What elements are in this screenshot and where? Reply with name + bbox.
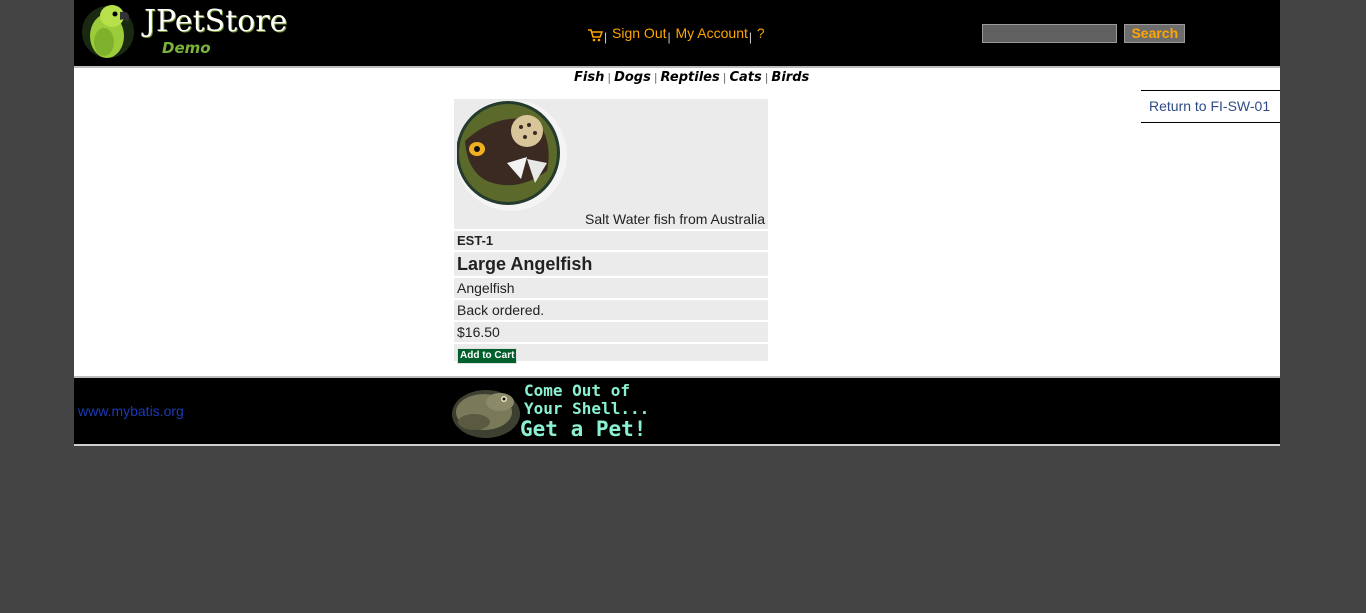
item-description: Salt Water fish from Australia	[585, 211, 765, 227]
search-button[interactable]: Search	[1124, 24, 1186, 43]
cart-icon[interactable]	[587, 28, 604, 45]
item-detail-table: Salt Water fish from Australia EST-1 Lar…	[454, 99, 768, 364]
quick-link-separator: |	[722, 71, 727, 84]
item-id: EST-1	[454, 231, 768, 250]
quick-link-separator: |	[607, 71, 612, 84]
search-input[interactable]	[982, 24, 1117, 43]
quick-link-reptiles[interactable]: Reptiles	[661, 70, 720, 85]
menu-separator: |	[667, 30, 671, 44]
main-content: Fish | Dogs | Reptiles | Cats | Birds Return to …	[74, 68, 1280, 376]
quick-link-cats[interactable]: Cats	[729, 70, 761, 85]
header: JPetStore Demo | Sign Out| My Account| ?…	[74, 0, 1280, 68]
menu-separator: |	[748, 30, 753, 44]
help-link[interactable]: ?	[757, 25, 765, 41]
add-to-cart-button[interactable]: Add to Cart	[457, 348, 518, 364]
banner-line-2: Your Shell...	[524, 399, 649, 418]
item-name: Large Angelfish	[454, 252, 768, 276]
quick-links: Fish | Dogs | Reptiles | Cats | Birds	[574, 70, 809, 85]
top-menu: | Sign Out| My Account| ?	[587, 25, 765, 45]
menu-separator: |	[604, 30, 608, 44]
item-image-cell: Salt Water fish from Australia	[454, 99, 768, 229]
page-wrapper: JPetStore Demo | Sign Out| My Account| ?…	[74, 0, 1280, 446]
angelfish-image	[457, 101, 567, 211]
logo-subtitle: Demo	[162, 39, 211, 57]
quick-link-fish[interactable]: Fish	[574, 70, 604, 85]
add-to-cart-cell: Add to Cart	[454, 344, 768, 364]
search-form: Search	[982, 24, 1186, 43]
mybatis-link[interactable]: www.mybatis.org	[78, 403, 184, 419]
footer: www.mybatis.org Come Out of Your Shell..…	[74, 376, 1280, 446]
logo[interactable]: JPetStore Demo	[82, 2, 302, 60]
sign-out-link[interactable]: Sign Out	[612, 25, 666, 41]
come-out-of-your-shell-banner[interactable]: Come Out of Your Shell... Get a Pet!	[448, 378, 658, 442]
quick-link-dogs[interactable]: Dogs	[614, 70, 651, 85]
my-account-link[interactable]: My Account	[676, 25, 748, 41]
logo-title: JPetStore	[144, 4, 288, 39]
item-price: $16.50	[454, 322, 768, 342]
quick-link-birds[interactable]: Birds	[771, 70, 809, 85]
return-link[interactable]: Return to FI-SW-01	[1141, 90, 1280, 123]
item-stock-status: Back ordered.	[454, 300, 768, 320]
banner-line-3: Get a Pet!	[520, 417, 646, 441]
banner-line-1: Come Out of	[524, 381, 630, 400]
parrot-logo-icon	[82, 5, 134, 58]
item-attribute: Angelfish	[454, 278, 768, 298]
quick-link-separator: |	[764, 71, 769, 84]
quick-link-separator: |	[653, 71, 658, 84]
